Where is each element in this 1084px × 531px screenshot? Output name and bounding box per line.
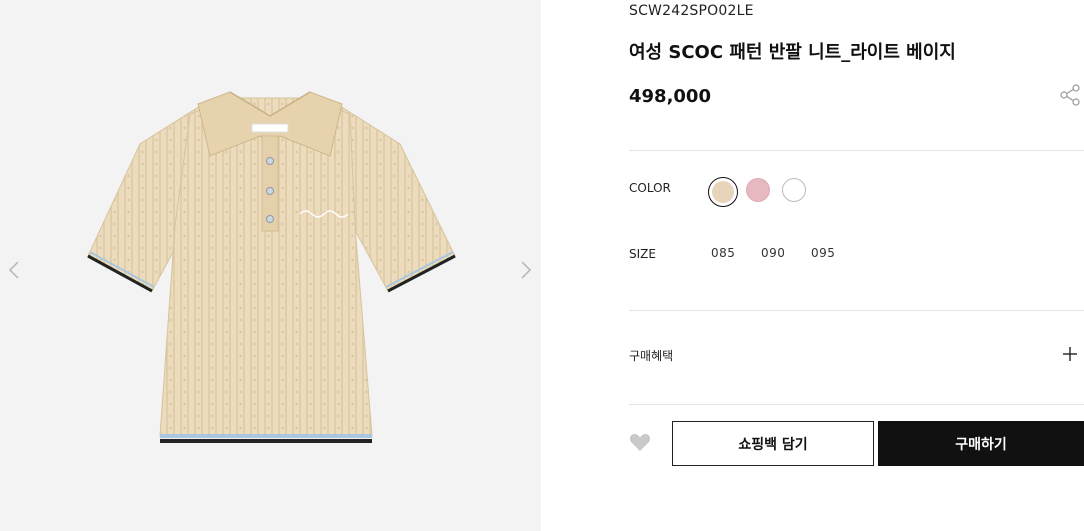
chevron-left-icon[interactable]	[4, 258, 24, 282]
product-image	[87, 91, 456, 443]
size-option-090[interactable]: 090	[761, 246, 785, 260]
heart-icon[interactable]	[629, 432, 651, 452]
buy-now-button[interactable]: 구매하기	[878, 421, 1084, 466]
product-price: 498,000	[629, 86, 711, 107]
color-swatch-white[interactable]	[782, 178, 806, 202]
size-option-085[interactable]: 085	[711, 246, 735, 260]
plus-icon[interactable]	[1062, 346, 1078, 362]
size-option-095[interactable]: 095	[811, 246, 835, 260]
product-title: 여성 SCOC 패턴 반팔 니트_라이트 베이지	[629, 42, 956, 63]
chevron-right-icon[interactable]	[516, 258, 536, 282]
share-icon[interactable]	[1059, 84, 1081, 106]
product-code: SCW242SPO02LE	[629, 3, 754, 19]
product-gallery	[0, 0, 541, 531]
divider	[629, 150, 1084, 151]
swatch-fill	[712, 181, 734, 203]
size-label: SIZE	[629, 247, 656, 261]
color-swatch-light-beige[interactable]	[708, 177, 738, 207]
purchase-benefit-toggle[interactable]: 구매혜택	[629, 347, 673, 364]
product-info: SCW242SPO02LE 여성 SCOC 패턴 반팔 니트_라이트 베이지 4…	[629, 0, 1084, 531]
divider	[629, 310, 1084, 311]
divider	[629, 404, 1084, 405]
color-swatch-pink[interactable]	[746, 178, 770, 202]
add-to-cart-button[interactable]: 쇼핑백 담기	[672, 421, 874, 466]
color-label: COLOR	[629, 181, 671, 195]
